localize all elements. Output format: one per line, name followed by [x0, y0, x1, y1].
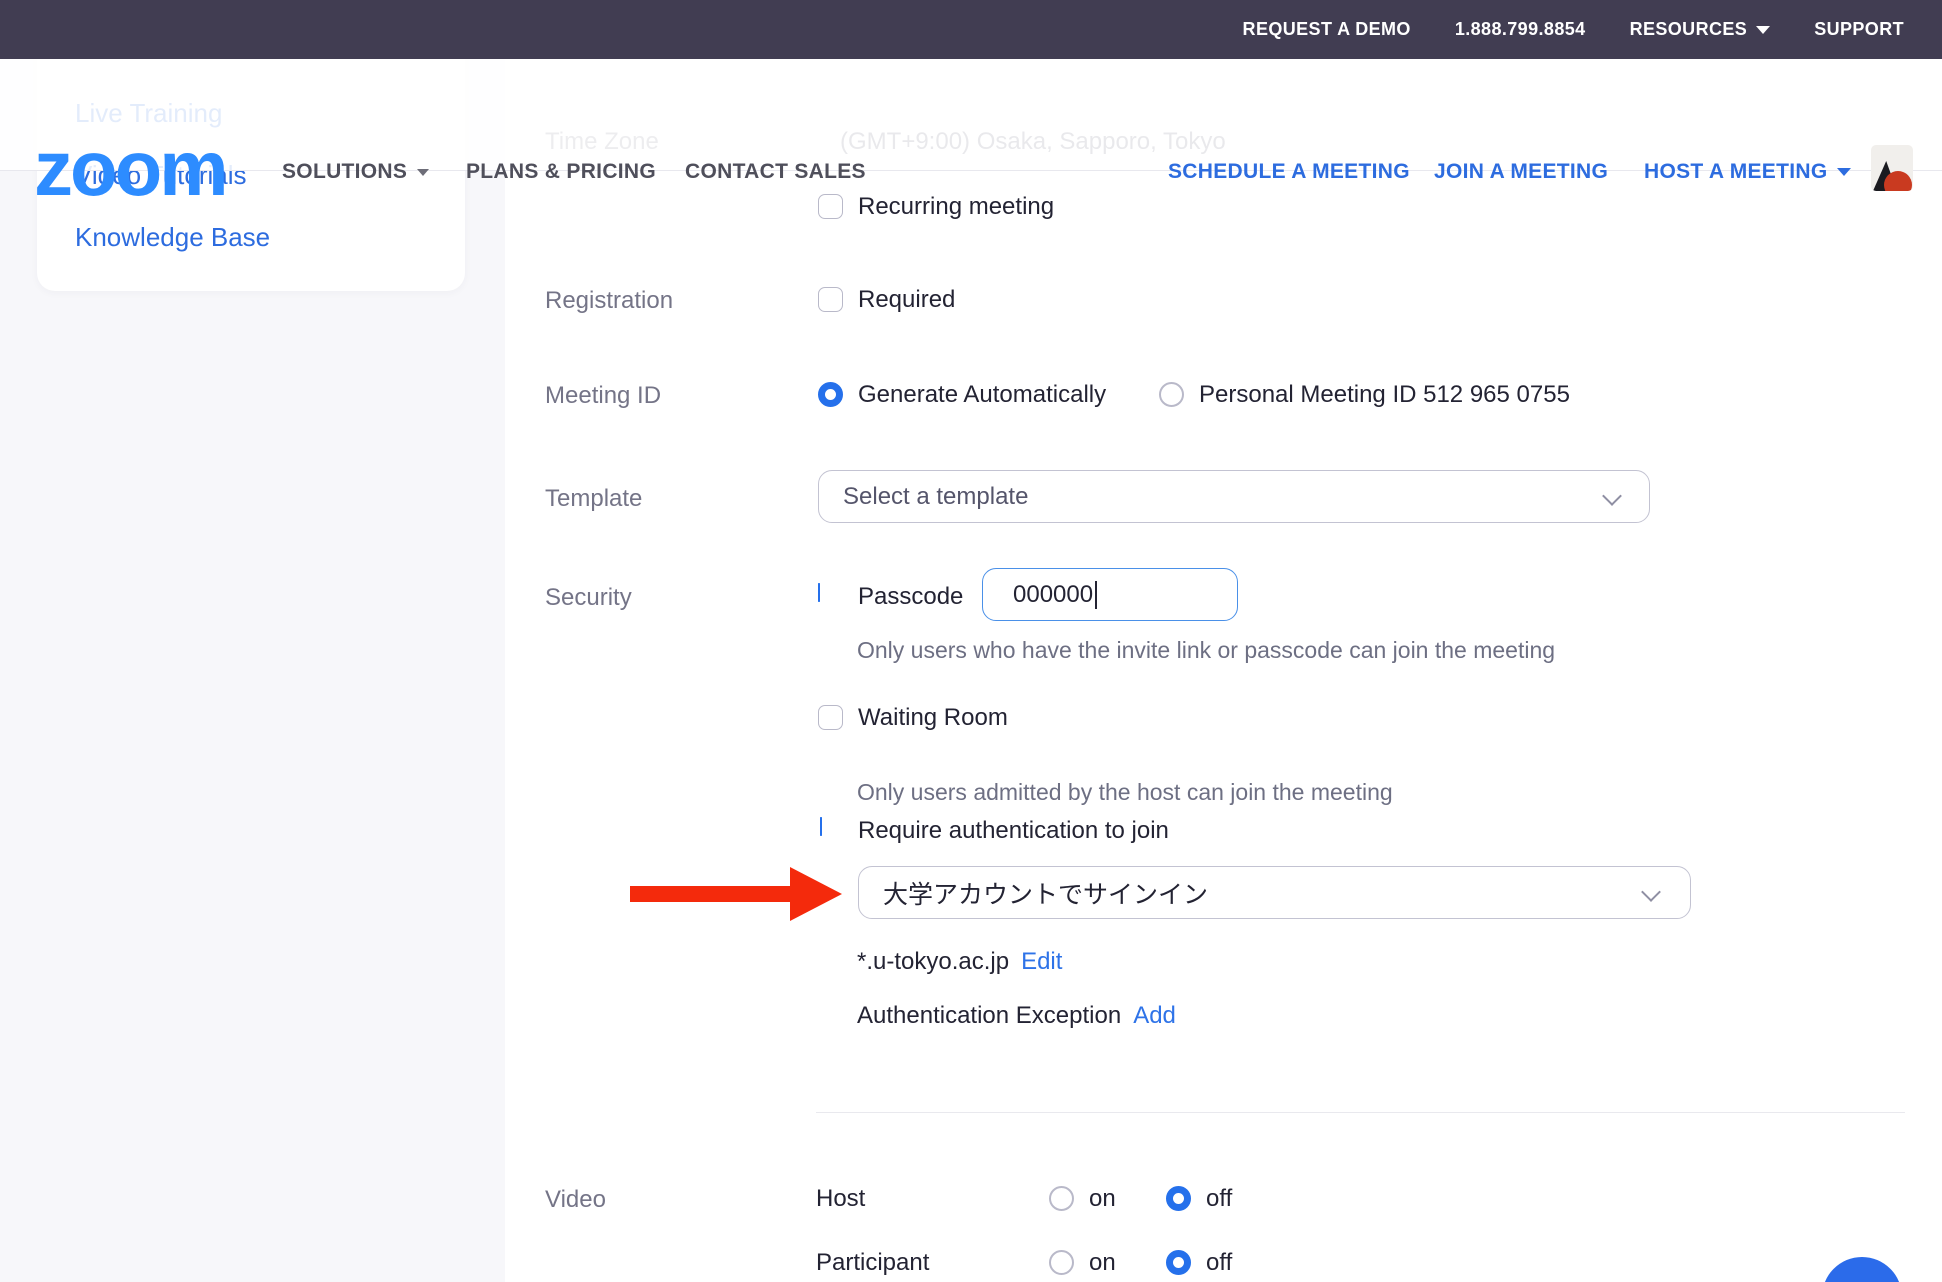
- passcode-input[interactable]: 000000: [982, 568, 1238, 621]
- nav-solutions[interactable]: SOLUTIONS: [282, 160, 429, 184]
- schedule-a-meeting-link[interactable]: SCHEDULE A MEETING: [1168, 160, 1410, 184]
- registration-required-label: Required: [858, 286, 955, 314]
- red-arrow-head: [790, 867, 842, 921]
- waiting-room-help-text: Only users admitted by the host can join…: [857, 779, 1393, 806]
- zoom-logo[interactable]: zoom: [34, 129, 226, 207]
- caret-down-icon: [1837, 168, 1851, 176]
- nav-contact-sales[interactable]: CONTACT SALES: [685, 160, 866, 184]
- top-utility-bar: REQUEST A DEMO 1.888.799.8854 RESOURCES …: [0, 0, 1942, 59]
- request-a-demo-link[interactable]: REQUEST A DEMO: [1243, 19, 1411, 40]
- passcode-label: Passcode: [858, 583, 963, 611]
- auth-domain-row: *.u-tokyo.ac.jp Edit: [857, 948, 1062, 976]
- registration-required-checkbox[interactable]: [818, 287, 843, 312]
- section-divider: [816, 1112, 1905, 1113]
- video-host-label: Host: [816, 1185, 865, 1213]
- avatar-red-shape: [1884, 171, 1912, 191]
- template-select[interactable]: Select a template: [818, 470, 1650, 523]
- template-select-value: Select a template: [819, 483, 1028, 511]
- resources-menu[interactable]: RESOURCES: [1630, 19, 1771, 40]
- host-video-on-label: on: [1089, 1185, 1116, 1213]
- registration-label: Registration: [545, 287, 673, 315]
- recurring-meeting-label: Recurring meeting: [858, 193, 1054, 221]
- chevron-down-icon: [1602, 486, 1622, 506]
- participant-video-on-radio[interactable]: [1049, 1250, 1074, 1275]
- template-label: Template: [545, 485, 642, 513]
- zoom-schedule-meeting-page: Time Zone (GMT+9:00) Osaka, Sapporo, Tok…: [0, 0, 1942, 1282]
- waiting-room-label: Waiting Room: [858, 704, 1008, 732]
- video-participant-label: Participant: [816, 1249, 929, 1277]
- participant-video-off-radio[interactable]: [1166, 1250, 1191, 1275]
- add-link[interactable]: Add: [1133, 1002, 1176, 1030]
- red-arrow-annotation: [630, 886, 792, 902]
- recurring-meeting-checkbox[interactable]: [818, 194, 843, 219]
- security-label: Security: [545, 584, 632, 612]
- auth-domain-value: *.u-tokyo.ac.jp: [857, 948, 1009, 976]
- require-authentication-checkbox[interactable]: [820, 817, 822, 836]
- sidebar-item-knowledge-base[interactable]: Knowledge Base: [75, 222, 270, 253]
- host-a-meeting-link[interactable]: HOST A MEETING: [1644, 160, 1851, 184]
- host-video-on-radio[interactable]: [1049, 1186, 1074, 1211]
- chevron-down-icon: [1641, 882, 1661, 902]
- navbar: zoom SOLUTIONS PLANS & PRICING CONTACT S…: [0, 59, 1942, 171]
- nav-plans-pricing[interactable]: PLANS & PRICING: [466, 160, 656, 184]
- host-video-off-radio[interactable]: [1166, 1186, 1191, 1211]
- authentication-method-value: 大学アカウントでサインイン: [859, 875, 1208, 911]
- generate-automatically-radio[interactable]: [818, 382, 843, 407]
- authentication-method-select[interactable]: 大学アカウントでサインイン: [858, 866, 1691, 919]
- text-cursor: [1095, 581, 1097, 609]
- resources-label: RESOURCES: [1630, 19, 1748, 40]
- participant-video-off-label: off: [1206, 1249, 1232, 1277]
- caret-down-icon: [417, 169, 429, 176]
- video-label: Video: [545, 1186, 606, 1214]
- host-a-meeting-label: HOST A MEETING: [1644, 160, 1827, 184]
- support-link[interactable]: SUPPORT: [1814, 19, 1904, 40]
- nav-solutions-label: SOLUTIONS: [282, 160, 407, 184]
- passcode-value: 000000: [1013, 581, 1093, 609]
- participant-video-on-label: on: [1089, 1249, 1116, 1277]
- passcode-checkbox[interactable]: [818, 583, 820, 602]
- profile-avatar[interactable]: [1871, 145, 1913, 191]
- edit-link[interactable]: Edit: [1021, 948, 1062, 976]
- host-video-off-label: off: [1206, 1185, 1232, 1213]
- personal-meeting-id-radio[interactable]: [1159, 382, 1184, 407]
- waiting-room-checkbox[interactable]: [818, 705, 843, 730]
- require-authentication-label: Require authentication to join: [858, 817, 1169, 845]
- phone-number[interactable]: 1.888.799.8854: [1455, 19, 1586, 40]
- meeting-id-label: Meeting ID: [545, 382, 661, 410]
- personal-meeting-id-label: Personal Meeting ID 512 965 0755: [1199, 381, 1570, 409]
- caret-down-icon: [1756, 26, 1770, 34]
- generate-automatically-label: Generate Automatically: [858, 381, 1106, 409]
- auth-exception-row: Authentication Exception Add: [857, 1002, 1176, 1030]
- passcode-help-text: Only users who have the invite link or p…: [857, 637, 1555, 664]
- join-a-meeting-link[interactable]: JOIN A MEETING: [1434, 160, 1608, 184]
- auth-exception-label: Authentication Exception: [857, 1002, 1121, 1030]
